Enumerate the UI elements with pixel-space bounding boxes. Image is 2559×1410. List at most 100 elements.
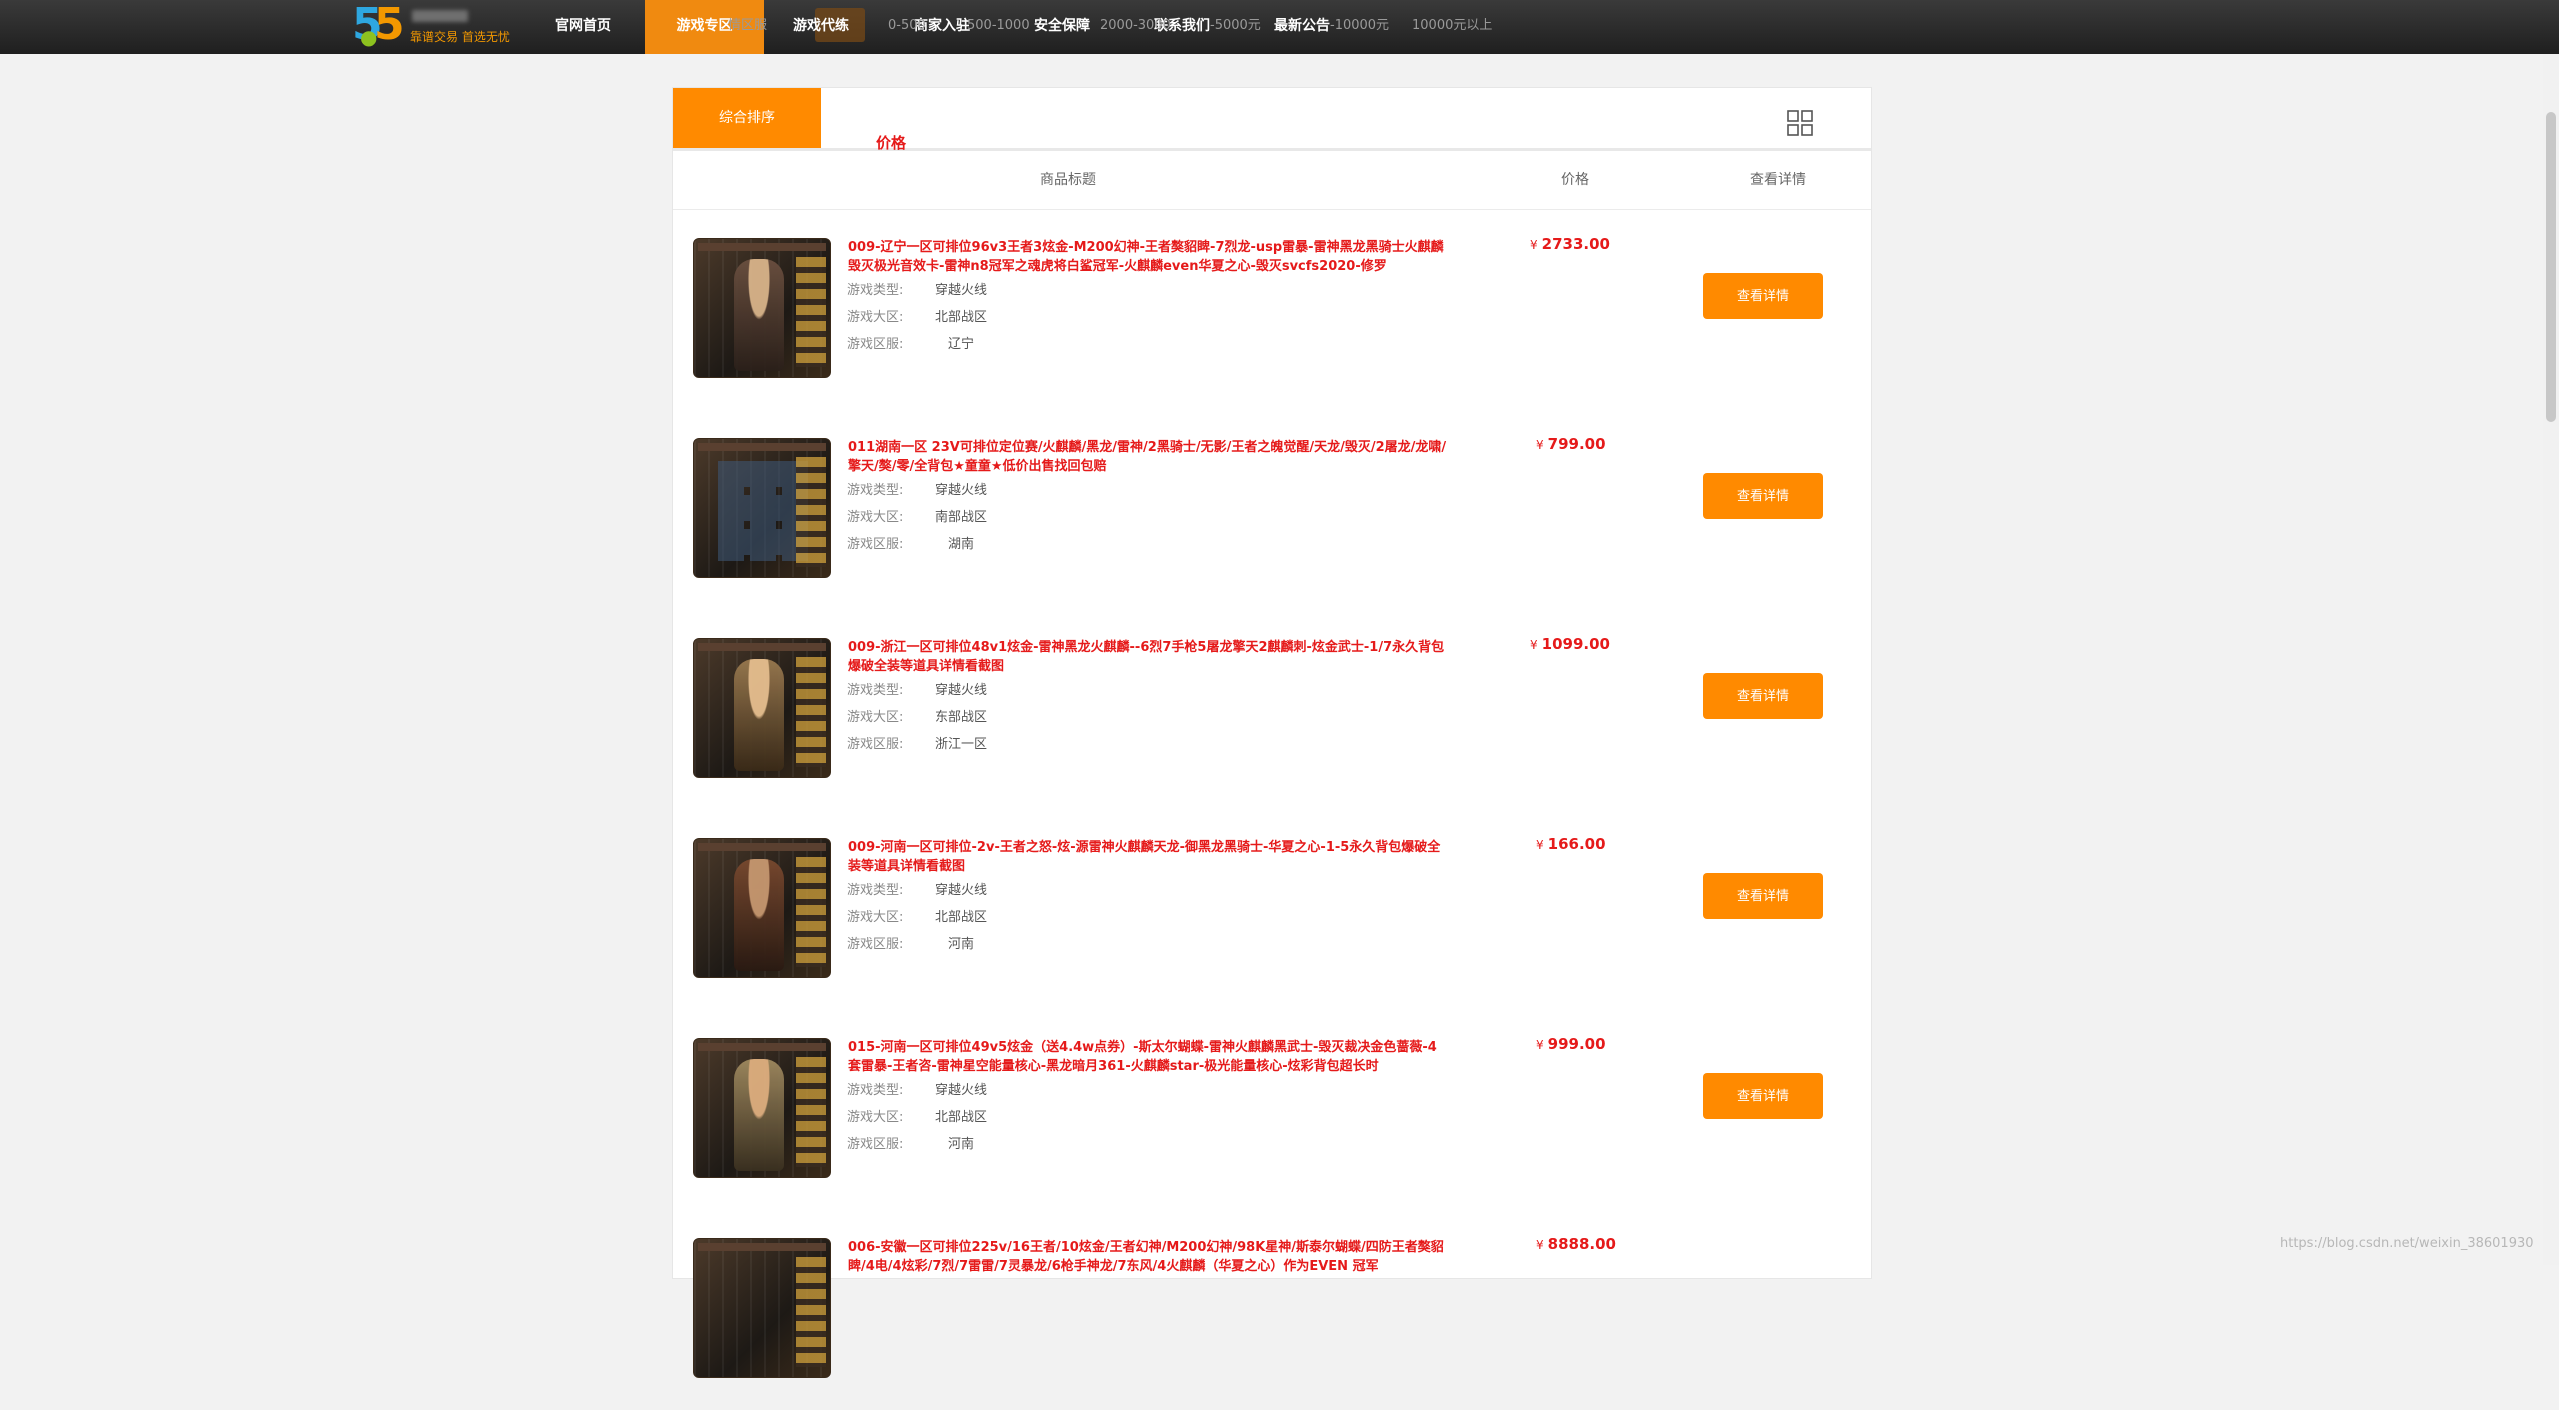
server-value: 浙江一区: [935, 737, 988, 752]
listing-region: 游戏大区: 南部战区: [847, 506, 987, 525]
game-type-label: 游戏类型:: [847, 283, 904, 298]
game-type-label: 游戏类型:: [847, 1083, 904, 1098]
currency-symbol: ¥: [1530, 638, 1538, 652]
listing-server: 游戏区服: 浙江一区: [847, 733, 987, 752]
game-type-label: 游戏类型:: [847, 483, 904, 498]
view-detail-button[interactable]: 查看详情: [1703, 473, 1823, 519]
server-value: 辽宁: [948, 337, 975, 352]
listing-server: 游戏区服: 辽宁: [847, 333, 974, 352]
region-label: 游戏大区:: [847, 910, 904, 925]
server-value: 河南: [948, 1137, 975, 1152]
listing-region: 游戏大区: 北部战区: [847, 306, 987, 325]
ghost-filter: -5000元: [1210, 18, 1261, 33]
region-value: 北部战区: [935, 910, 988, 925]
listing-title[interactable]: 006-安徽一区可排位225v/16王者/10炫金/王者幻神/M200幻神/98…: [848, 1238, 1448, 1276]
listing-region: 游戏大区: 北部战区: [847, 1106, 987, 1125]
currency-symbol: ¥: [1536, 838, 1544, 852]
listing-title[interactable]: 009-河南一区可排位-2v-王者之怒-炫-源雷神火麒麟天龙-御黑龙黑骑士-华夏…: [848, 838, 1448, 876]
listing-game-type: 游戏类型: 穿越火线: [847, 1079, 987, 1098]
header-price: 价格: [1561, 172, 1589, 188]
table-row: 015-河南一区可排位49v5炫金（送4.4w点券）-斯太尔蝴蝶-雷神火麒麟黑武…: [673, 1010, 1871, 1210]
region-value: 南部战区: [935, 510, 988, 525]
tab-comprehensive-sort[interactable]: 综合排序: [673, 88, 821, 148]
price-value: 8888.00: [1547, 1235, 1616, 1253]
blog-watermark: https://blog.csdn.net/weixin_38601930: [2280, 1236, 2534, 1251]
server-value: 河南: [948, 937, 975, 952]
listing-price: ¥166.00: [1536, 835, 1606, 853]
listing-region: 游戏大区: 东部战区: [847, 706, 987, 725]
listing-thumbnail[interactable]: [693, 638, 831, 778]
nav-announcements[interactable]: 最新公告: [1274, 0, 1330, 54]
listing-title[interactable]: 011湖南一区 23V可排位定位赛/火麒麟/黑龙/雷神/2黑骑士/无影/王者之魄…: [848, 438, 1448, 476]
region-value: 北部战区: [935, 1110, 988, 1125]
listing-server: 游戏区服: 湖南: [847, 533, 974, 552]
region-label: 游戏大区:: [847, 710, 904, 725]
view-detail-button[interactable]: 查看详情: [1703, 673, 1823, 719]
site-logo[interactable]: 5 5 ● 靠谱交易 首选无忧: [352, 0, 512, 50]
ghost-filter: -10000元: [1330, 18, 1390, 33]
table-header: 商品标题 价格 查看详情: [673, 151, 1871, 210]
listing-game-type: 游戏类型: 穿越火线: [847, 279, 987, 298]
price-value: 1099.00: [1541, 635, 1610, 653]
listing-price: ¥2733.00: [1530, 235, 1610, 253]
listing-title[interactable]: 009-浙江一区可排位48v1炫金-雷神黑龙火麒麟--6烈7手枪5屠龙擎天2麒麟…: [848, 638, 1448, 676]
region-label: 游戏大区:: [847, 1110, 904, 1125]
listing-thumbnail[interactable]: [693, 1038, 831, 1178]
logo-slogan: 靠谱交易 首选无忧: [410, 30, 510, 44]
sort-tabs: 综合排序 价格: [673, 88, 1871, 152]
listing-thumbnail[interactable]: [693, 1238, 831, 1378]
listing-title[interactable]: 015-河南一区可排位49v5炫金（送4.4w点券）-斯太尔蝴蝶-雷神火麒麟黑武…: [848, 1038, 1448, 1076]
nav-home[interactable]: 官网首页: [555, 0, 611, 54]
listing-thumbnail[interactable]: [693, 238, 831, 378]
nav-security[interactable]: 安全保障: [1034, 0, 1090, 54]
currency-symbol: ¥: [1536, 438, 1544, 452]
listing-price: ¥8888.00: [1536, 1235, 1616, 1253]
server-label: 游戏区服:: [847, 537, 904, 552]
view-detail-button[interactable]: 查看详情: [1703, 873, 1823, 919]
game-type-label: 游戏类型:: [847, 883, 904, 898]
table-row: 006-安徽一区可排位225v/16王者/10炫金/王者幻神/M200幻神/98…: [673, 1210, 1871, 1410]
game-type-value: 穿越火线: [935, 283, 988, 298]
view-detail-button[interactable]: 查看详情: [1703, 273, 1823, 319]
header-title: 商品标题: [1040, 172, 1096, 188]
game-type-value: 穿越火线: [935, 883, 988, 898]
currency-symbol: ¥: [1536, 1238, 1544, 1252]
server-label: 游戏区服:: [847, 737, 904, 752]
table-row: 009-河南一区可排位-2v-王者之怒-炫-源雷神火麒麟天龙-御黑龙黑骑士-华夏…: [673, 810, 1871, 1010]
server-label: 游戏区服:: [847, 337, 904, 352]
server-label: 游戏区服:: [847, 1137, 904, 1152]
price-value: 166.00: [1547, 835, 1606, 853]
listing-game-type: 游戏类型: 穿越火线: [847, 479, 987, 498]
grid-view-icon[interactable]: [1787, 110, 1813, 136]
table-row: 011湖南一区 23V可排位定位赛/火麒麟/黑龙/雷神/2黑骑士/无影/王者之魄…: [673, 410, 1871, 610]
currency-symbol: ¥: [1536, 1038, 1544, 1052]
price-value: 799.00: [1547, 435, 1606, 453]
nav-game-boosting[interactable]: 游戏代练: [793, 0, 849, 54]
ghost-filter: 2000-3000: [1100, 18, 1171, 33]
listing-thumbnail[interactable]: [693, 438, 831, 578]
server-label: 游戏区服:: [847, 937, 904, 952]
listing-price: ¥1099.00: [1530, 635, 1610, 653]
ghost-filter: 情区服: [728, 18, 768, 33]
region-value: 北部战区: [935, 310, 988, 325]
game-type-value: 穿越火线: [935, 683, 988, 698]
page-scrollbar-thumb[interactable]: [2546, 112, 2556, 422]
table-row: 009-辽宁一区可排位96v3王者3炫金-M200幻神-王者獒貂睥-7烈龙-us…: [673, 210, 1871, 410]
listing-title[interactable]: 009-辽宁一区可排位96v3王者3炫金-M200幻神-王者獒貂睥-7烈龙-us…: [848, 238, 1448, 276]
listing-region: 游戏大区: 北部战区: [847, 906, 987, 925]
currency-symbol: ¥: [1530, 238, 1538, 252]
logo-name-blurred: [412, 10, 468, 22]
ghost-filter: 500-1000: [967, 18, 1030, 33]
listing-thumbnail[interactable]: [693, 838, 831, 978]
listing-server: 游戏区服: 河南: [847, 1133, 974, 1152]
price-value: 2733.00: [1541, 235, 1610, 253]
game-type-value: 穿越火线: [935, 483, 988, 498]
ghost-filter: 0-500: [888, 18, 926, 33]
listing-server: 游戏区服: 河南: [847, 933, 974, 952]
price-value: 999.00: [1547, 1035, 1606, 1053]
logo-icon: 5 5 ●: [352, 0, 405, 50]
table-row: 009-浙江一区可排位48v1炫金-雷神黑龙火麒麟--6烈7手枪5屠龙擎天2麒麟…: [673, 610, 1871, 810]
view-detail-button[interactable]: 查看详情: [1703, 1073, 1823, 1119]
server-value: 湖南: [948, 537, 975, 552]
game-type-value: 穿越火线: [935, 1083, 988, 1098]
